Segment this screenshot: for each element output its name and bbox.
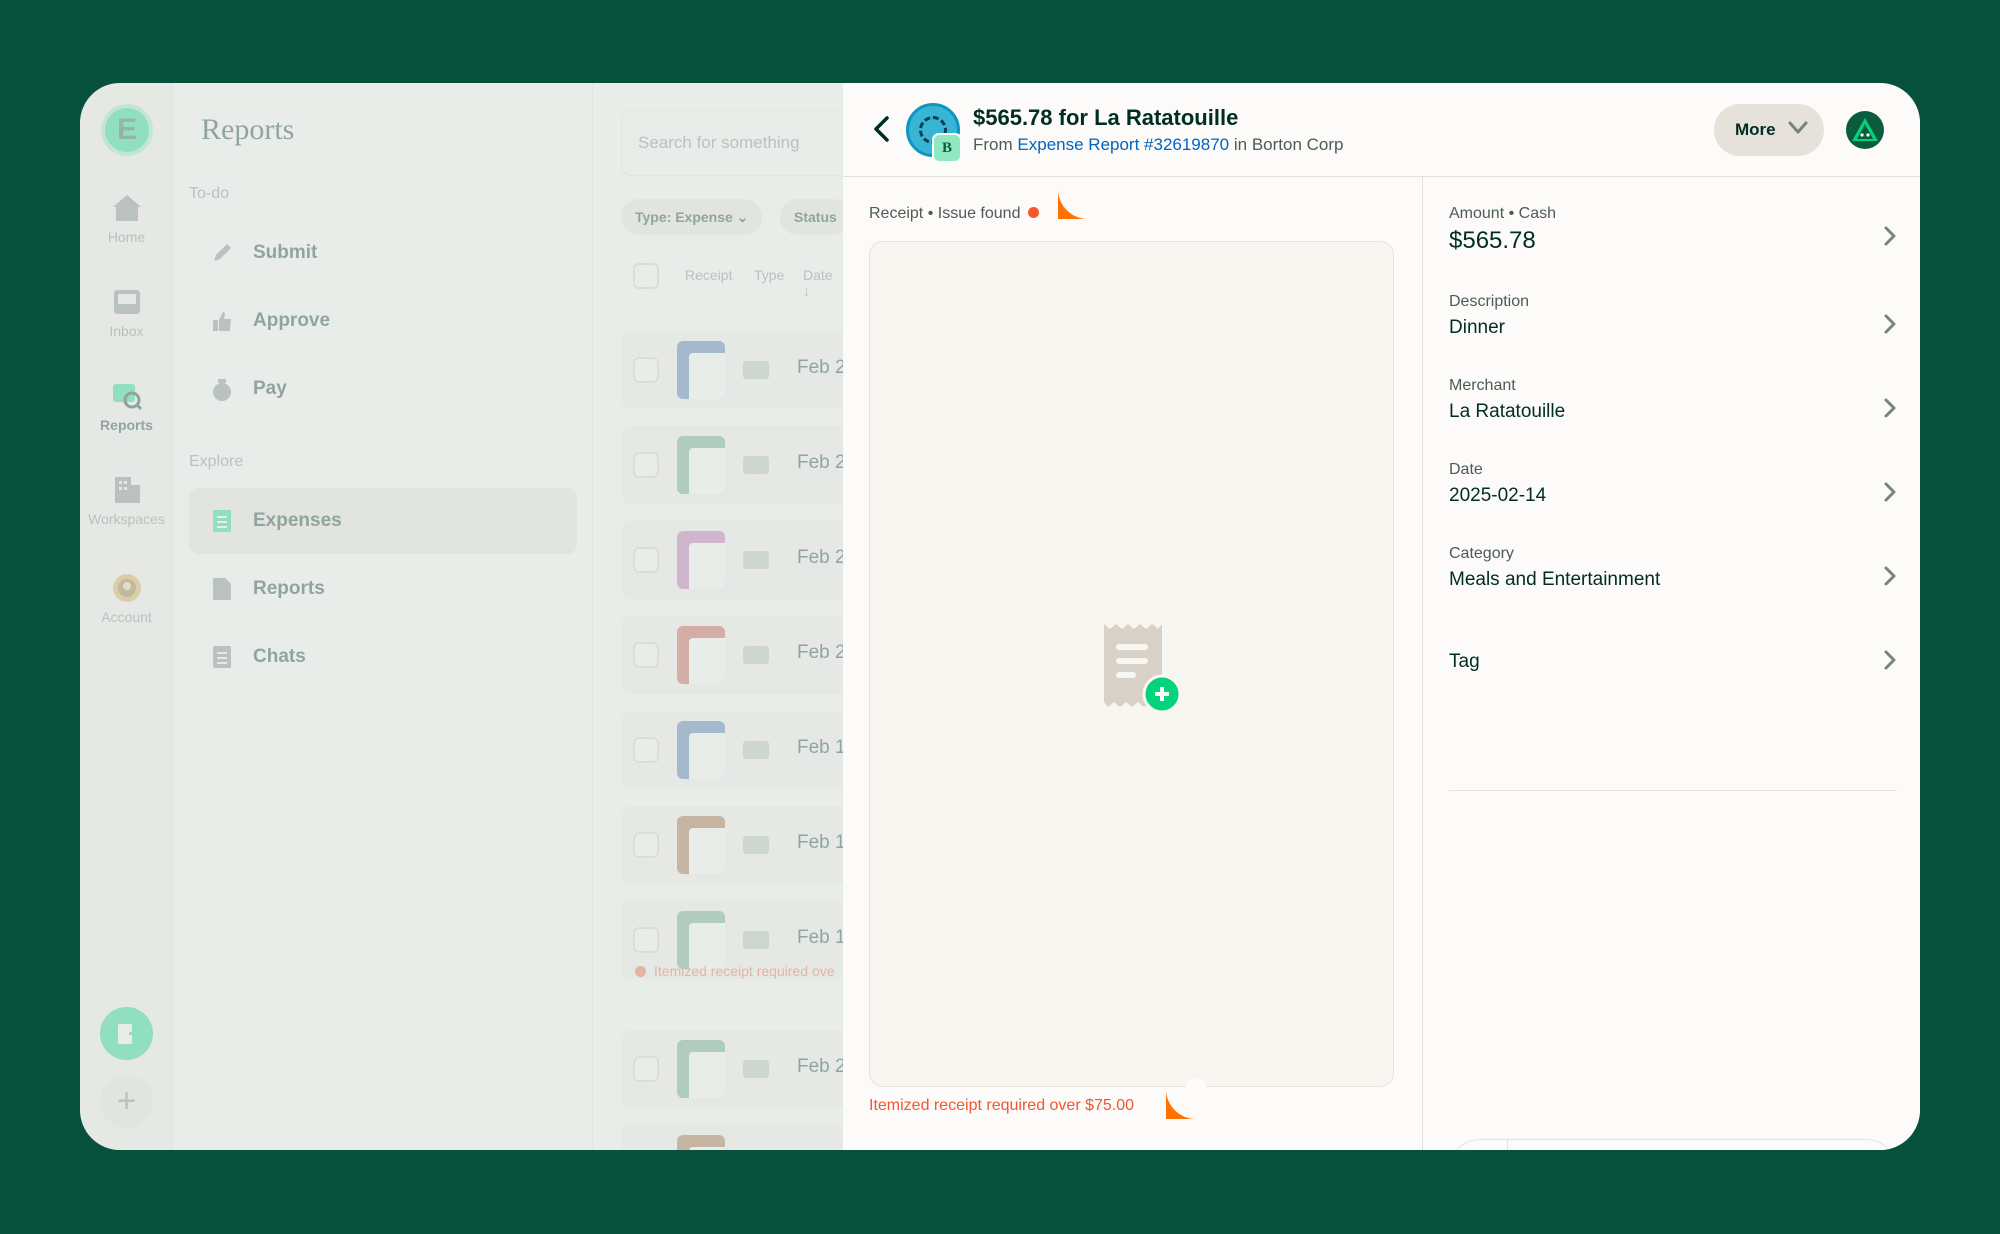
location-pin-marker-icon <box>1058 159 1118 219</box>
field-value: La Ratatouille <box>1449 401 1566 422</box>
user-avatar-icon <box>1852 118 1878 141</box>
location-pin-marker-icon <box>1166 1059 1226 1119</box>
field-label: Date <box>1449 461 1483 478</box>
field-value: $565.78 <box>1449 227 1536 254</box>
receipt-column: Receipt • Issue found Itemized receipt r… <box>843 177 1423 1150</box>
expense-detail-panel: B $565.78 for La Ratatouille From Expens… <box>843 83 1920 1150</box>
panel-header: B $565.78 for La Ratatouille From Expens… <box>843 83 1920 177</box>
receipt-dropzone[interactable] <box>869 241 1394 1087</box>
field-description[interactable]: Description Dinner <box>1449 293 1897 367</box>
in-text: in Borton Corp <box>1233 135 1344 154</box>
report-link[interactable]: Expense Report #32619870 <box>1017 135 1229 154</box>
chevron-right-icon <box>1884 650 1896 670</box>
app-window: E Home Inbox Reports Workspaces Account <box>80 83 1920 1150</box>
receipt-status-label: Receipt • Issue found <box>869 205 1021 222</box>
receipt-upload-icon <box>1104 624 1182 712</box>
field-label: Category <box>1449 545 1514 562</box>
details-divider <box>1449 790 1897 791</box>
modal-overlay[interactable] <box>80 83 843 1150</box>
more-button[interactable]: More <box>1714 104 1824 156</box>
user-avatar[interactable] <box>1846 111 1884 149</box>
expense-details: Amount • Cash $565.78 Description Dinner Mer… <box>1423 177 1920 1150</box>
field-merchant[interactable]: Merchant La Ratatouille <box>1449 377 1897 451</box>
chevron-right-icon <box>1884 226 1896 246</box>
field-label: Amount • Cash <box>1449 205 1556 222</box>
back-arrow-icon[interactable] <box>871 115 891 143</box>
expense-subtitle: From Expense Report #32619870 in Borton … <box>973 135 1344 155</box>
message-composer <box>1449 1139 1897 1150</box>
field-label: Tag <box>1449 651 1480 672</box>
field-value: Dinner <box>1449 317 1505 338</box>
field-category[interactable]: Category Meals and Entertainment <box>1449 545 1897 619</box>
chevron-right-icon <box>1884 398 1896 418</box>
chevron-right-icon <box>1884 482 1896 502</box>
field-value: Meals and Entertainment <box>1449 569 1661 590</box>
field-label: Description <box>1449 293 1530 310</box>
field-date[interactable]: Date 2025-02-14 <box>1449 461 1897 535</box>
more-label: More <box>1735 120 1776 139</box>
workspace-badge: B <box>932 133 962 163</box>
receipt-status: Receipt • Issue found <box>869 205 1040 223</box>
expense-title: $565.78 for La Ratatouille <box>973 105 1239 130</box>
field-value: 2025-02-14 <box>1449 485 1547 506</box>
composer-add-button[interactable] <box>1450 1140 1508 1150</box>
from-text: From <box>973 135 1013 154</box>
field-tag[interactable]: Tag <box>1449 629 1897 703</box>
field-label: Merchant <box>1449 377 1516 394</box>
chevron-right-icon <box>1884 566 1896 586</box>
issue-dot-icon <box>1028 207 1040 218</box>
receipt-violation-message: Itemized receipt required over $75.00 <box>869 1097 1135 1114</box>
chevron-down-icon <box>1788 121 1808 134</box>
chevron-right-icon <box>1884 314 1896 334</box>
field-amount[interactable]: Amount • Cash $565.78 <box>1449 205 1897 279</box>
